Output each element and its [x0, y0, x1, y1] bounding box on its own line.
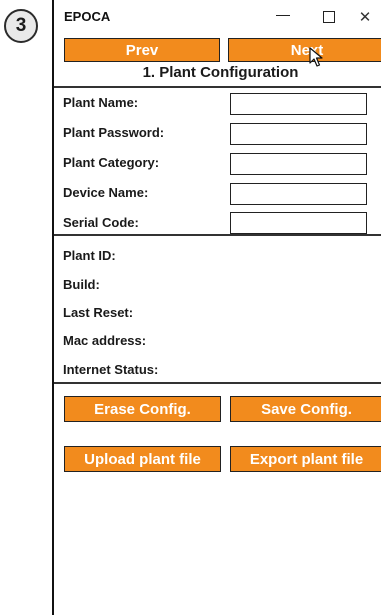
- title-bar: EPOCA ✕: [54, 0, 381, 34]
- build-label: Build:: [63, 277, 100, 292]
- maximize-icon: [323, 11, 335, 23]
- plant-password-input[interactable]: [230, 123, 367, 145]
- minimize-icon: [276, 14, 290, 16]
- plant-category-label: Plant Category:: [63, 155, 160, 170]
- erase-config-button[interactable]: Erase Config.: [64, 396, 221, 422]
- step-number: 3: [15, 15, 27, 36]
- plant-name-label: Plant Name:: [63, 95, 139, 110]
- internet-status-label: Internet Status:: [63, 362, 159, 377]
- close-button[interactable]: ✕: [354, 6, 376, 28]
- save-config-button[interactable]: Save Config.: [230, 396, 381, 422]
- export-plant-file-button[interactable]: Export plant file: [230, 446, 381, 472]
- prev-button[interactable]: Prev: [64, 38, 220, 62]
- divider: [54, 86, 381, 88]
- step-badge: 3: [4, 9, 38, 43]
- app-window: EPOCA ✕ Prev Next 1. Plant Configuration…: [52, 0, 381, 615]
- divider: [54, 234, 381, 236]
- serial-code-label: Serial Code:: [63, 215, 139, 230]
- window-title: EPOCA: [64, 9, 111, 24]
- next-button[interactable]: Next: [228, 38, 381, 62]
- minimize-button[interactable]: [272, 6, 294, 28]
- maximize-button[interactable]: [318, 6, 340, 28]
- serial-code-input[interactable]: [230, 212, 367, 234]
- last-reset-label: Last Reset:: [63, 305, 134, 320]
- device-name-label: Device Name:: [63, 185, 149, 200]
- mac-address-label: Mac address:: [63, 333, 147, 348]
- plant-category-input[interactable]: [230, 153, 367, 175]
- plant-name-input[interactable]: [230, 93, 367, 115]
- plant-id-label: Plant ID:: [63, 248, 116, 263]
- plant-password-label: Plant Password:: [63, 125, 165, 140]
- close-icon: ✕: [358, 9, 372, 26]
- divider: [54, 382, 381, 384]
- section-title: 1. Plant Configuration: [142, 64, 299, 81]
- device-name-input[interactable]: [230, 183, 367, 205]
- upload-plant-file-button[interactable]: Upload plant file: [64, 446, 221, 472]
